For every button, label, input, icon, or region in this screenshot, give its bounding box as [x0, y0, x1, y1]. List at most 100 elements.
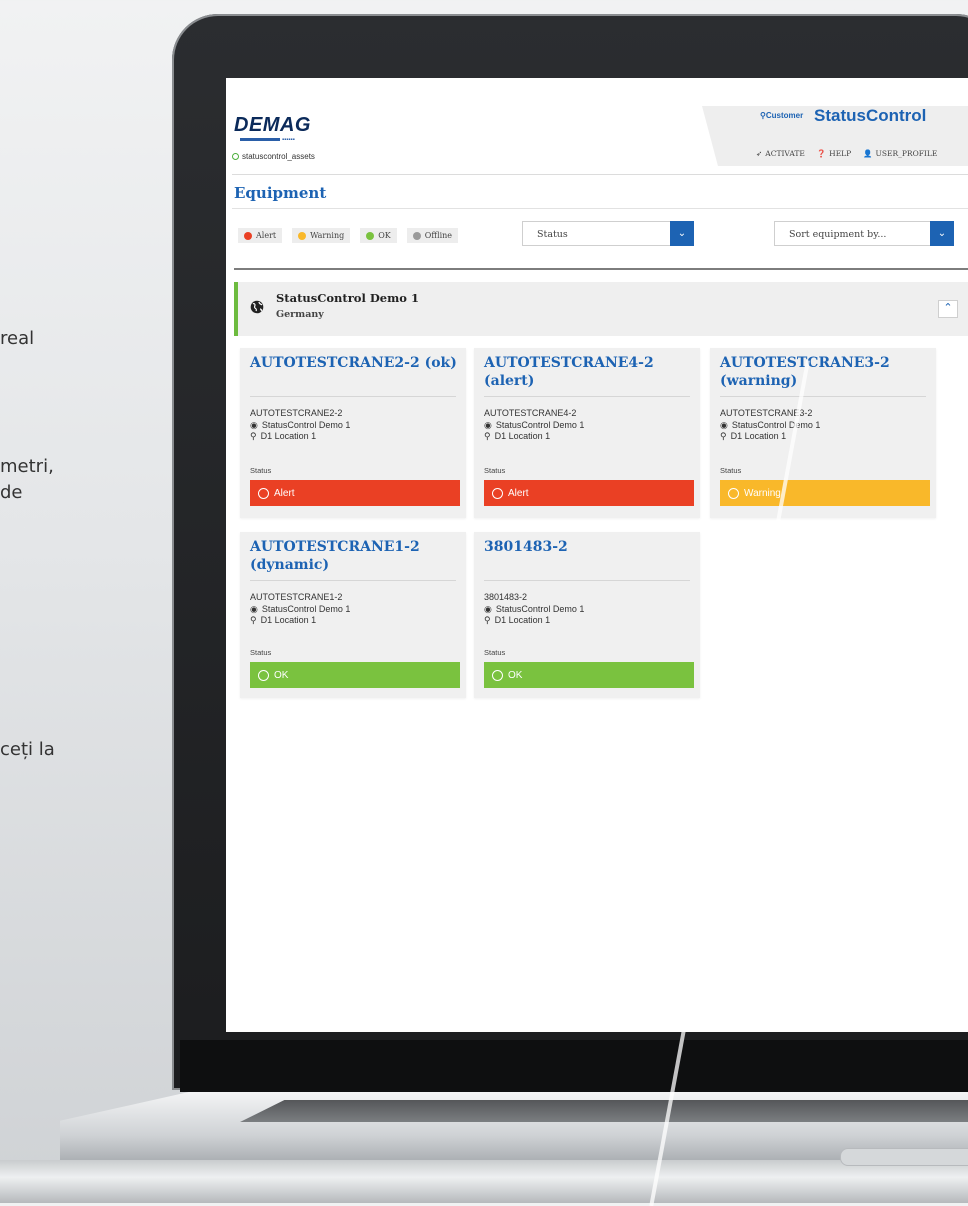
top-nav: ➶ ACTIVATE ❓ HELP 👤 USER_PROFILE [756, 149, 937, 158]
card-divider [250, 580, 456, 581]
status-ring-icon [492, 669, 503, 681]
globe-icon: ◉ [484, 419, 492, 430]
location-pin-icon: ⚲ [720, 431, 727, 441]
activate-link[interactable]: ➶ ACTIVATE [756, 149, 805, 158]
site-group-header[interactable]: StatusControl Demo 1 Germany ⌃ [234, 282, 968, 336]
card-site-row: ◉ StatusControl Demo 1 [250, 420, 350, 432]
customer-link[interactable]: ⚲Customer [760, 111, 803, 120]
status-legend: Alert Warning OK Offline [238, 228, 459, 243]
card-location: D1 Location 1 [494, 431, 551, 441]
card-location: D1 Location 1 [730, 431, 787, 441]
status-bar: Alert [250, 480, 460, 506]
status-label: Status [484, 466, 506, 475]
card-location-row: ⚲ D1 Location 1 [250, 431, 350, 443]
equipment-card[interactable]: AUTOTESTCRANE4-2 (alert) AUTOTESTCRANE4-… [474, 348, 700, 518]
user-profile-link[interactable]: 👤 USER_PROFILE [863, 149, 937, 158]
card-title[interactable]: AUTOTESTCRANE2-2 (ok) [250, 354, 460, 372]
user-profile-label: USER_PROFILE [875, 149, 938, 158]
legend-warning-label: Warning [310, 231, 345, 240]
card-location-row: ⚲ D1 Location 1 [484, 615, 584, 627]
legend-offline-label: Offline [424, 231, 453, 240]
section-divider [234, 268, 968, 270]
card-site: StatusControl Demo 1 [495, 603, 585, 614]
status-bar: Warning [720, 480, 930, 506]
alert-dot-icon [244, 231, 252, 240]
side-text-4: ceți la [0, 739, 55, 760]
status-ring-icon [258, 669, 269, 681]
globe-icon: ◉ [250, 419, 258, 430]
status-ring-icon [728, 487, 739, 499]
offline-dot-icon [412, 231, 421, 240]
status-label: Status [484, 648, 506, 657]
card-asset: AUTOTESTCRANE3-2 [720, 408, 813, 418]
card-title[interactable]: AUTOTESTCRANE3-2 (warning) [720, 354, 930, 390]
status-bar: OK [250, 662, 460, 688]
card-title[interactable]: AUTOTESTCRANE4-2 (alert) [484, 354, 694, 390]
customer-label: Customer [765, 111, 804, 120]
status-label: Status [250, 648, 272, 657]
card-info: AUTOTESTCRANE1-2 ◉ StatusControl Demo 1 ⚲… [250, 592, 350, 627]
status-text: Warning [744, 487, 781, 499]
legend-offline[interactable]: Offline [406, 228, 459, 243]
card-title[interactable]: 3801483-2 [484, 538, 694, 556]
globe-icon: ◉ [484, 603, 492, 614]
card-info: AUTOTESTCRANE4-2 ◉ StatusControl Demo 1 ⚲… [484, 408, 584, 443]
legend-alert[interactable]: Alert [238, 228, 283, 243]
help-icon: ❓ [816, 149, 827, 158]
card-info: 3801483-2 ◉ StatusControl Demo 1 ⚲ D1 Loca… [484, 592, 584, 627]
card-divider [484, 396, 690, 397]
chevron-down-icon[interactable]: ⌄ [930, 221, 954, 246]
card-location-row: ⚲ D1 Location 1 [250, 615, 350, 627]
status-ring-icon [492, 487, 503, 499]
legend-alert-label: Alert [256, 231, 277, 240]
equipment-card[interactable]: 3801483-2 3801483-2 ◉ StatusControl Demo … [474, 532, 700, 698]
card-location: D1 Location 1 [260, 431, 317, 441]
chevron-up-icon[interactable]: ⌃ [938, 300, 958, 318]
ok-dot-icon [366, 231, 375, 240]
sort-select[interactable]: Sort equipment by... ⌄ [774, 221, 954, 246]
side-text-3: de [0, 482, 23, 503]
laptop-touchpad-edge [840, 1148, 968, 1166]
legend-ok-label: OK [378, 231, 391, 240]
app-screen: DEMAG ▪▪▪▪▪▪ statuscontrol_assets ⚲Custo… [226, 78, 968, 1032]
demag-logo[interactable]: DEMAG [234, 114, 311, 137]
card-asset: AUTOTESTCRANE1-2 [250, 592, 343, 602]
equipment-card[interactable]: AUTOTESTCRANE3-2 (warning) AUTOTESTCRANE… [710, 348, 936, 518]
globe-icon: ◉ [720, 419, 728, 430]
location-pin-icon: ⚲ [250, 431, 257, 441]
laptop-keyboard [240, 1100, 968, 1122]
site-name: StatusControl Demo 1 [276, 291, 419, 305]
card-site-row: ◉ StatusControl Demo 1 [720, 420, 820, 432]
legend-ok[interactable]: OK [360, 228, 397, 243]
status-text: Alert [274, 487, 295, 499]
asset-tag: statuscontrol_assets [232, 152, 315, 161]
location-pin-icon: ⚲ [484, 431, 491, 441]
status-label: Status [720, 466, 742, 475]
help-link[interactable]: ❓ HELP [817, 149, 851, 158]
side-text-1: real [0, 328, 35, 349]
app-header: DEMAG ▪▪▪▪▪▪ statuscontrol_assets ⚲Custo… [226, 78, 968, 178]
card-info: AUTOTESTCRANE3-2 ◉ StatusControl Demo 1 ⚲… [720, 408, 820, 443]
user-icon: 👤 [863, 149, 873, 158]
card-site: StatusControl Demo 1 [731, 419, 821, 430]
side-text-2: metri, [0, 456, 54, 477]
status-text: Alert [508, 487, 529, 499]
legend-warning[interactable]: Warning [292, 228, 351, 243]
card-title[interactable]: AUTOTESTCRANE1-2 (dynamic) [250, 538, 460, 574]
asset-tag-label: statuscontrol_assets [242, 152, 315, 161]
globe-icon: ◉ [250, 603, 258, 614]
card-site-row: ◉ StatusControl Demo 1 [250, 604, 350, 616]
status-text: OK [508, 669, 523, 681]
page-title: Equipment [234, 184, 327, 202]
card-site: StatusControl Demo 1 [495, 419, 585, 430]
card-divider [484, 580, 690, 581]
card-location-row: ⚲ D1 Location 1 [720, 431, 820, 443]
laptop-front-edge [0, 1160, 968, 1203]
card-location-row: ⚲ D1 Location 1 [484, 431, 584, 443]
equipment-card[interactable]: AUTOTESTCRANE1-2 (dynamic) AUTOTESTCRANE… [240, 532, 466, 698]
equipment-card[interactable]: AUTOTESTCRANE2-2 (ok) AUTOTESTCRANE2-2 ◉… [240, 348, 466, 518]
chevron-down-icon[interactable]: ⌄ [670, 221, 694, 246]
header-divider [232, 174, 968, 175]
card-site: StatusControl Demo 1 [261, 603, 351, 614]
status-filter-select[interactable]: Status ⌄ [522, 221, 694, 246]
